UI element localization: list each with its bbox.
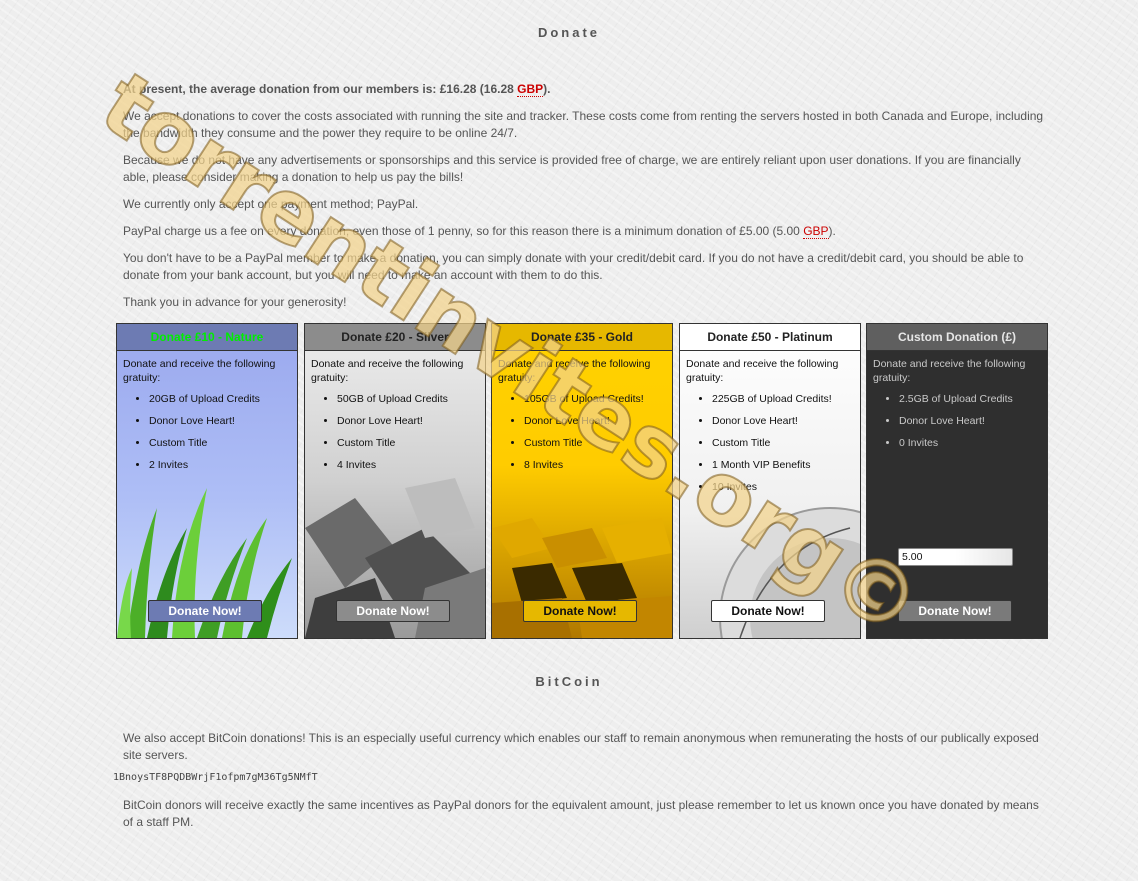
average-donation-text: At present, the average donation from ou… [123, 81, 1048, 98]
donate-now-button-silver[interactable]: Donate Now! [336, 600, 450, 622]
perk-item: 1 Month VIP Benefits [712, 459, 860, 471]
perk-item: Donor Love Heart! [712, 415, 860, 427]
perk-item: 2 Invites [149, 459, 297, 471]
card-paragraph: You don't have to be a PayPal member to … [123, 251, 1024, 282]
paypal-fee-prefix: PayPal charge us a fee on every donation… [123, 224, 804, 238]
tier-silver-perks: 50GB of Upload Credits Donor Love Heart!… [305, 393, 485, 471]
sponsorship-paragraph: Because we do not have any advertisement… [123, 153, 1021, 184]
perk-item: Custom Title [712, 437, 860, 449]
custom-amount-input[interactable] [898, 548, 1013, 566]
tier-silver-desc: Donate and receive the following gratuit… [311, 358, 464, 384]
bitcoin-intro-paragraph: We also accept BitCoin donations! This i… [123, 731, 1039, 762]
perk-item: 20GB of Upload Credits [149, 393, 297, 405]
tier-nature: Donate £10 - Nature Donate and receive t… [116, 323, 298, 639]
perk-item: 105GB of Upload Credits! [524, 393, 672, 405]
tier-gold-perks: 105GB of Upload Credits! Donor Love Hear… [492, 393, 672, 471]
tier-custom: Custom Donation (£) Donate and receive t… [866, 323, 1048, 639]
tier-nature-desc: Donate and receive the following gratuit… [123, 358, 276, 384]
tier-platinum-perks: 225GB of Upload Credits! Donor Love Hear… [680, 393, 860, 493]
perk-item: 10 Invites [712, 481, 860, 493]
average-suffix: ). [543, 82, 551, 96]
perk-item: Donor Love Heart! [899, 415, 1047, 427]
perk-item: 2.5GB of Upload Credits [899, 393, 1047, 405]
perk-item: 8 Invites [524, 459, 672, 471]
perk-item: 4 Invites [337, 459, 485, 471]
tier-custom-title: Custom Donation (£) [867, 324, 1047, 351]
tier-platinum-desc: Donate and receive the following gratuit… [686, 358, 839, 384]
tier-custom-perks: 2.5GB of Upload Credits Donor Love Heart… [867, 393, 1047, 449]
perk-item: 225GB of Upload Credits! [712, 393, 860, 405]
tier-silver-title: Donate £20 - Silver [305, 324, 485, 351]
donate-now-button-platinum[interactable]: Donate Now! [711, 600, 825, 622]
donate-now-button-nature[interactable]: Donate Now! [148, 600, 262, 622]
perk-item: Donor Love Heart! [524, 415, 672, 427]
costs-paragraph: We accept donations to cover the costs a… [123, 109, 1044, 140]
tier-gold: Donate £35 - Gold Donate and receive the… [491, 323, 673, 639]
thanks-paragraph: Thank you in advance for your generosity… [123, 295, 347, 309]
tier-platinum-title: Donate £50 - Platinum [680, 324, 860, 351]
perk-item: Custom Title [524, 437, 672, 449]
gbp-link-minimum[interactable]: GBP [803, 224, 829, 239]
tier-gold-title: Donate £35 - Gold [492, 324, 672, 351]
bitcoin-address: 1BnoysTF8PQDBWrjF1ofpm7gM36Tg5NMfT [113, 772, 318, 783]
tier-gold-desc: Donate and receive the following gratuit… [498, 358, 651, 384]
bitcoin-heading: BitCoin [535, 674, 603, 689]
tier-nature-title: Donate £10 - Nature [117, 324, 297, 351]
paypal-fee-suffix: ). [828, 224, 836, 238]
perk-item: 0 Invites [899, 437, 1047, 449]
paypal-fee-paragraph: PayPal charge us a fee on every donation… [123, 223, 1048, 240]
tier-silver: Donate £20 - Silver Donate and receive t… [304, 323, 486, 639]
perk-item: Custom Title [149, 437, 297, 449]
perk-item: 50GB of Upload Credits [337, 393, 485, 405]
perk-item: Custom Title [337, 437, 485, 449]
bitcoin-incentives-paragraph: BitCoin donors will receive exactly the … [123, 798, 1039, 829]
average-prefix: At present, the average donation from ou… [123, 82, 518, 96]
tier-custom-desc: Donate and receive the following gratuit… [873, 358, 1026, 384]
tier-nature-perks: 20GB of Upload Credits Donor Love Heart!… [117, 393, 297, 471]
perk-item: Donor Love Heart! [149, 415, 297, 427]
perk-item: Donor Love Heart! [337, 415, 485, 427]
donate-now-button-gold[interactable]: Donate Now! [523, 600, 637, 622]
tier-platinum: Donate £50 - Platinum Donate and receive… [679, 323, 861, 639]
gbp-link[interactable]: GBP [517, 82, 544, 97]
donate-now-button-custom[interactable]: Donate Now! [898, 600, 1012, 622]
donate-heading: Donate [537, 25, 601, 40]
payment-method-paragraph: We currently only accept one payment met… [123, 197, 419, 211]
